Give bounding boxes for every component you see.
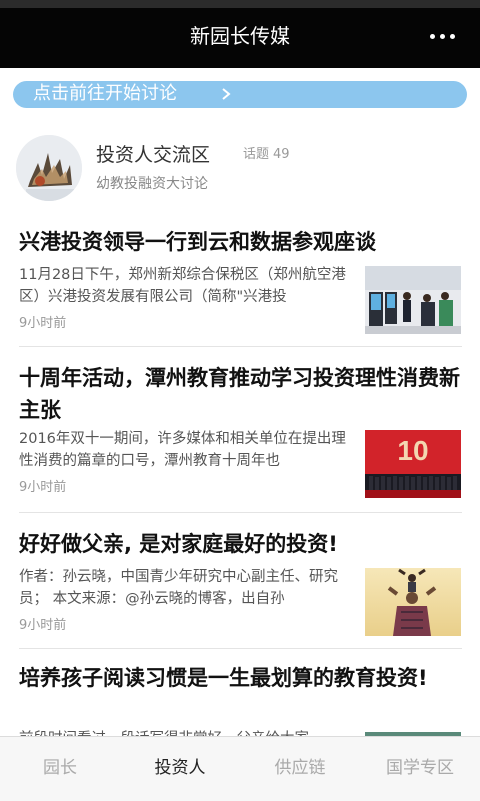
article-excerpt: 前段时间看过一段话写得非常好，父亲给大家 [19, 728, 352, 736]
community-header[interactable]: 投资人交流区 话题 49 幼教投融资大讨论 [0, 120, 480, 210]
top-bar: 新园长传媒 [0, 8, 480, 68]
article-title: 十周年活动，潭州教育推动学习投资理性消费新主张 [19, 366, 460, 422]
article-thumbnail: 10 [365, 430, 461, 498]
more-dots-icon[interactable] [430, 28, 456, 48]
tab-guoxue[interactable]: 国学专区 [360, 737, 480, 801]
status-bar [0, 0, 480, 8]
article-title: 好好做父亲, 是对家庭最好的投资! [19, 532, 338, 556]
article-item[interactable]: 兴港投资领导一行到云和数据参观座谈 11月28日下午，郑州新郑综合保税区（郑州航… [0, 226, 480, 346]
topics-count: 话题 49 [243, 143, 290, 162]
divider [19, 346, 462, 347]
thumbnail-number: 10 [397, 435, 428, 466]
article-item[interactable]: 培养孩子阅读习惯是一生最划算的教育投资! 前段时间看过一段话写得非常好，父亲给大… [0, 662, 480, 736]
banner-label: 点击前往开始讨论 [33, 83, 177, 104]
article-time: 9小时前 [19, 480, 67, 495]
chevron-right-icon [222, 88, 231, 100]
article-thumbnail [365, 568, 461, 636]
article-time: 9小时前 [19, 316, 67, 331]
divider [19, 648, 462, 649]
tab-investor[interactable]: 投资人 [120, 737, 240, 801]
divider [19, 512, 462, 513]
tab-principal[interactable]: 园长 [0, 737, 120, 801]
community-avatar [16, 135, 82, 201]
bottom-tab-bar: 园长 投资人 供应链 国学专区 [0, 736, 480, 801]
start-discussion-banner[interactable]: 点击前往开始讨论 [13, 81, 467, 108]
topics-label: 话题 [243, 147, 270, 162]
article-item[interactable]: 十周年活动，潭州教育推动学习投资理性消费新主张 2016年双十一期间，许多媒体和… [0, 362, 480, 512]
topics-number: 49 [273, 147, 290, 162]
article-time: 9小时前 [19, 618, 67, 633]
community-description: 幼教投融资大讨论 [96, 176, 208, 192]
page-title: 新园长传媒 [190, 24, 290, 48]
community-name: 投资人交流区 [96, 144, 211, 166]
article-title: 兴港投资领导一行到云和数据参观座谈 [19, 230, 376, 254]
article-thumbnail [365, 266, 461, 334]
article-excerpt: 11月28日下午，郑州新郑综合保税区（郑州航空港区）兴港投资发展有限公司（简称"… [19, 267, 346, 305]
tab-supply-chain[interactable]: 供应链 [240, 737, 360, 801]
article-excerpt: 作者：孙云晓，中国青少年研究中心副主任、研究员； 本文来源：@孙云晓的博客，出自… [19, 569, 338, 607]
article-item[interactable]: 好好做父亲, 是对家庭最好的投资! 作者：孙云晓，中国青少年研究中心副主任、研究… [0, 528, 480, 648]
article-excerpt: 2016年双十一期间，许多媒体和相关单位在提出理性消费的篇章的口号，潭州教育十周… [19, 431, 346, 469]
article-title: 培养孩子阅读习惯是一生最划算的教育投资! [19, 666, 428, 690]
